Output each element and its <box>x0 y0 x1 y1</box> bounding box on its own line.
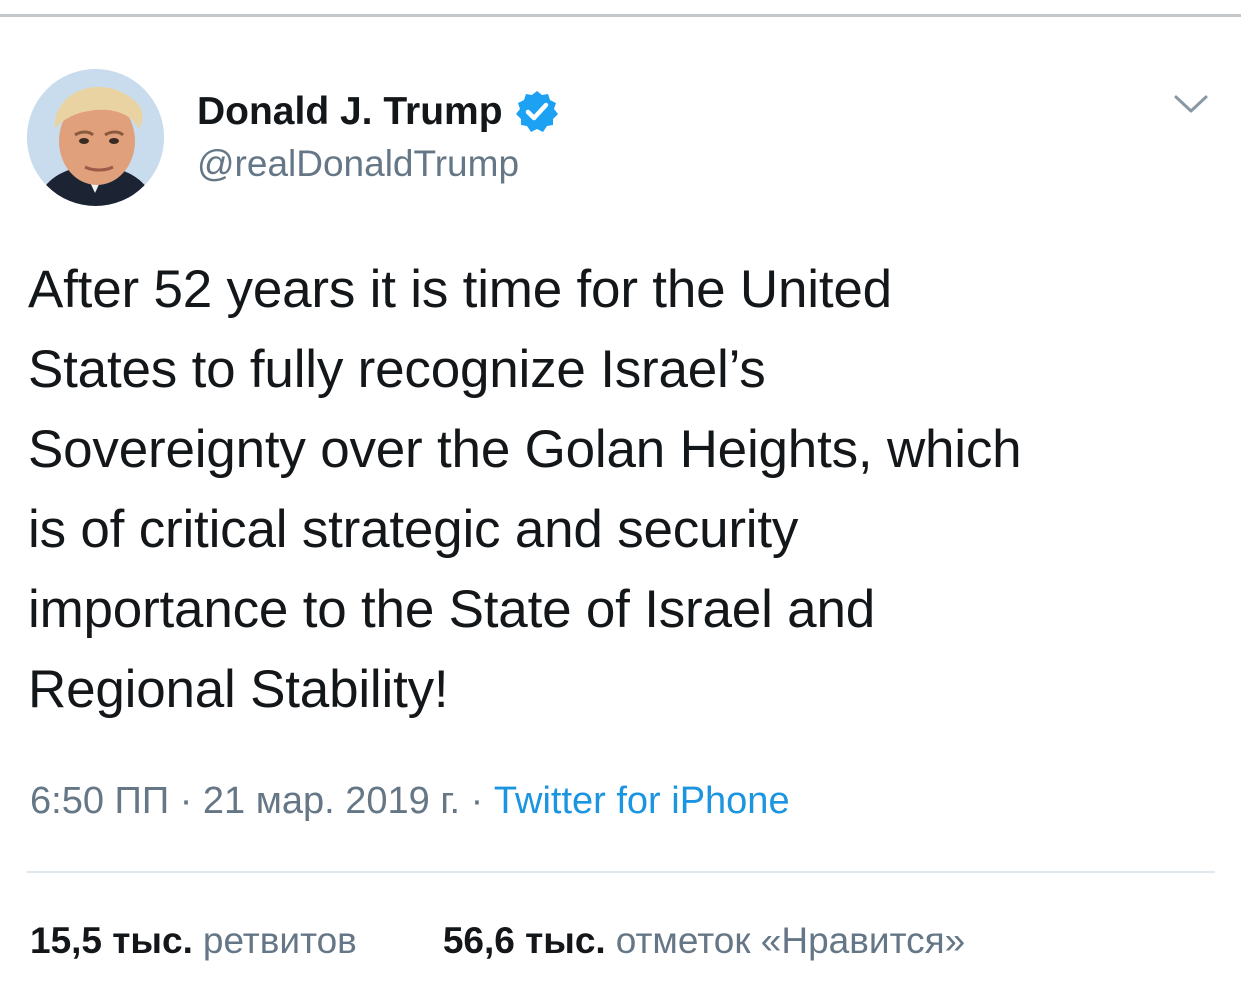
tweet-stats: 15,5 тыс. ретвитов 56,6 тыс. отметок «Нр… <box>30 920 965 962</box>
retweets-count: 15,5 тыс. <box>30 920 193 961</box>
tweet-text-line: Sovereignty over the Golan Heights, whic… <box>28 420 1022 479</box>
tweet-metadata: 6:50 ПП · 21 мар. 2019 г. · Twitter for … <box>30 780 790 823</box>
tweet-text-line: is of critical strategic and security <box>28 500 799 559</box>
verified-badge-icon <box>514 89 560 135</box>
tweet-text-line: After 52 years it is time for the United <box>28 260 892 319</box>
author-name-row[interactable]: Donald J. Trump <box>197 86 560 138</box>
retweets-stat[interactable]: 15,5 тыс. ретвитов <box>30 920 357 962</box>
likes-stat[interactable]: 56,6 тыс. отметок «Нравится» <box>443 920 965 962</box>
likes-label: отметок «Нравится» <box>615 920 966 961</box>
tweet-text-line: importance to the State of Israel and <box>28 580 875 639</box>
user-handle[interactable]: @realDonaldTrump <box>197 143 519 185</box>
tweet-source-link[interactable]: Twitter for iPhone <box>494 780 790 822</box>
tweet-text: After 52 years it is time for the United… <box>28 250 1208 730</box>
profile-photo <box>27 69 164 206</box>
tweet-text-line: States to fully recognize Israel’s <box>28 340 766 399</box>
top-divider <box>0 14 1241 17</box>
likes-count: 56,6 тыс. <box>442 920 606 961</box>
retweets-label: ретвитов <box>202 920 357 961</box>
chevron-down-icon[interactable] <box>1170 88 1212 120</box>
tweet-text-line: Regional Stability! <box>28 660 449 719</box>
display-name[interactable]: Donald J. Trump <box>197 90 503 134</box>
tweet-timestamp[interactable]: 6:50 ПП · 21 мар. 2019 г. · <box>30 780 494 822</box>
stats-divider <box>27 871 1215 873</box>
avatar[interactable] <box>27 69 164 206</box>
